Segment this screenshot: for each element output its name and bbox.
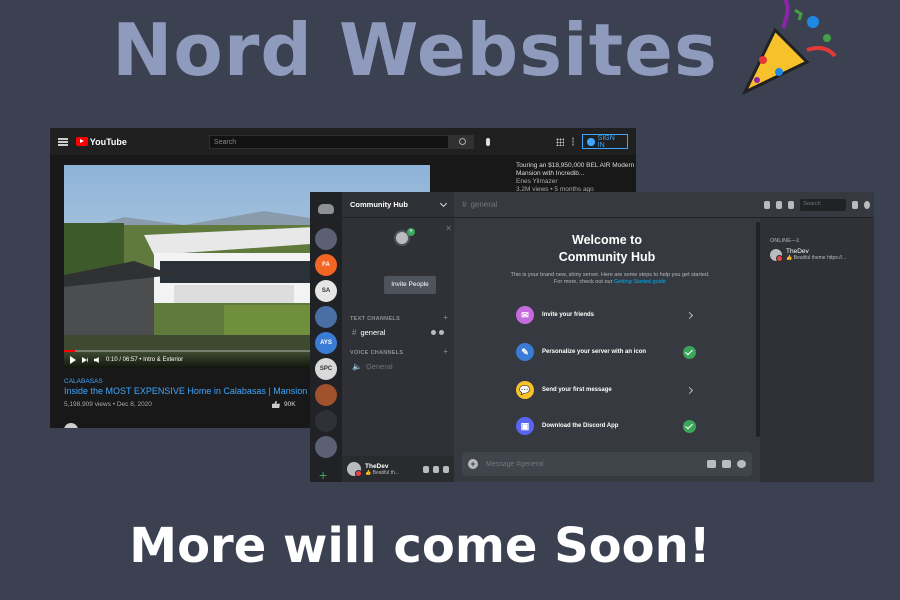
add-server-icon[interactable]: + [319, 468, 327, 482]
invite-friends-icon: ✉ [516, 306, 534, 324]
text-channels-category[interactable]: TEXT CHANNELS [350, 316, 400, 322]
step-download-app[interactable]: ▣ Download the Discord App [516, 414, 696, 438]
download-app-icon: ▣ [516, 417, 534, 435]
getting-started-link[interactable]: Getting Started guide [614, 279, 666, 285]
video-meta: 5,198,909 views • Dec 8, 2020 [64, 401, 152, 408]
sign-in-button[interactable]: SIGN IN [581, 134, 629, 149]
welcome-intro: This is your brand new, shiny server. He… [510, 272, 710, 285]
server-icon-5[interactable]: AYS [315, 332, 337, 354]
next-icon[interactable] [82, 357, 88, 363]
invite-card: ✕ + Invite People [350, 224, 452, 302]
settings-icon[interactable] [439, 329, 444, 335]
volume-icon[interactable] [94, 357, 99, 363]
recommended-video[interactable]: Touring an $18,950,000 BEL AIR Modern Ma… [516, 162, 636, 194]
help-icon[interactable] [863, 200, 871, 209]
step-invite-friends[interactable]: ✉ Invite your friends [516, 303, 696, 327]
menu-icon[interactable] [58, 137, 68, 146]
voice-channels-category[interactable]: VOICE CHANNELS [350, 350, 403, 356]
user-name: TheDev [365, 462, 389, 470]
check-icon [683, 345, 696, 359]
search-icon[interactable] [448, 134, 475, 149]
members-icon[interactable] [788, 200, 795, 209]
user-status: 👍 Beatiful th... [365, 469, 400, 476]
upload-plus-icon[interactable]: + [468, 459, 478, 469]
speaker-icon: 🔈 [352, 361, 362, 371]
message-input[interactable]: + Message #general [462, 452, 752, 476]
youtube-header: YouTube Search SIGN IN [50, 128, 636, 155]
channel-sidebar: Community Hub ✕ + Invite People TEXT CHA… [342, 192, 454, 482]
microphone-icon[interactable] [486, 137, 491, 146]
member-list: ONLINE—1 TheDev 👍 Beatiful theme https:/… [760, 218, 874, 482]
server-icon-8[interactable] [315, 410, 337, 432]
server-list: FA SA AYS SPC + [310, 192, 342, 482]
like-button[interactable]: 90K [272, 401, 296, 408]
channel-header: # general [454, 192, 760, 218]
chevron-down-icon [439, 199, 448, 207]
channel-general[interactable]: # general [348, 326, 448, 338]
server-icon-9[interactable] [315, 436, 337, 458]
server-icon-7[interactable] [315, 384, 337, 406]
hash-icon: # [462, 200, 467, 209]
search-input[interactable]: Search [800, 198, 846, 211]
paintbrush-icon: ✎ [516, 343, 534, 361]
server-icon-6[interactable]: SPC [315, 358, 337, 380]
apps-grid-icon[interactable] [556, 137, 564, 146]
video-title: Inside the MOST EXPENSIVE Home in Calaba… [64, 386, 328, 396]
gear-icon[interactable] [443, 465, 449, 473]
message-bubble-icon: 💬 [516, 381, 534, 399]
chevron-right-icon [685, 311, 694, 319]
microphone-icon[interactable] [423, 465, 429, 473]
discord-window: FA SA AYS SPC + Community Hub ✕ + Invite Pe… [310, 192, 874, 482]
add-icon: + [407, 228, 415, 236]
header-toolbar: Search [760, 192, 874, 218]
check-icon [683, 419, 696, 433]
close-icon[interactable]: ✕ [445, 224, 452, 233]
youtube-logo[interactable]: YouTube [75, 137, 127, 147]
hash-icon: # [352, 327, 357, 337]
invite-icon[interactable] [431, 329, 436, 335]
party-popper-icon [741, 0, 837, 96]
thumbs-up-icon [272, 401, 280, 408]
server-icon-2[interactable]: FA [315, 254, 337, 276]
server-icon-3[interactable]: SA [315, 280, 337, 302]
headphones-icon[interactable] [433, 465, 439, 473]
play-icon[interactable] [70, 356, 76, 364]
step-first-message[interactable]: 💬 Send your first message [516, 378, 696, 402]
video-location[interactable]: CALABASAS [64, 378, 103, 385]
chevron-right-icon [685, 386, 694, 394]
add-voice-channel-icon[interactable]: + [443, 347, 448, 356]
avatar [770, 248, 783, 262]
account-icon [586, 137, 595, 146]
invite-people-button[interactable]: Invite People [384, 276, 436, 294]
user-panel: TheDev 👍 Beatiful th... [342, 456, 454, 482]
pin-icon[interactable] [776, 200, 783, 209]
member-item[interactable]: TheDev 👍 Beatiful theme https://... [770, 248, 846, 262]
server-icon-4[interactable] [315, 306, 337, 328]
headline: Nord Websites [112, 8, 718, 92]
voice-channel-general[interactable]: 🔈 General [348, 360, 448, 372]
step-personalize-server[interactable]: ✎ Personalize your server with an icon [516, 340, 696, 364]
add-text-channel-icon[interactable]: + [443, 313, 448, 322]
youtube-logo-icon [75, 137, 88, 146]
server-icon-1[interactable] [315, 228, 337, 250]
inbox-icon[interactable] [851, 200, 858, 209]
emoji-icon[interactable] [737, 460, 746, 468]
footer-text: More will come Soon! [129, 518, 711, 574]
chat-area: # general Welcome to Community Hub This … [454, 192, 760, 482]
welcome-title: Welcome to Community Hub [558, 233, 656, 264]
discord-home-icon[interactable] [318, 204, 334, 214]
gift-icon[interactable] [707, 460, 716, 468]
online-category: ONLINE—1 [770, 238, 800, 244]
youtube-search-input[interactable]: Search [208, 134, 449, 149]
video-time: 0:10 / 06:57 • Intro & Exterior [106, 357, 184, 363]
server-header[interactable]: Community Hub [342, 192, 454, 218]
channel-avatar[interactable] [64, 423, 78, 428]
gif-icon[interactable] [722, 460, 731, 468]
more-options-icon[interactable] [571, 137, 574, 146]
avatar[interactable] [347, 462, 362, 477]
bell-icon[interactable] [764, 200, 771, 209]
